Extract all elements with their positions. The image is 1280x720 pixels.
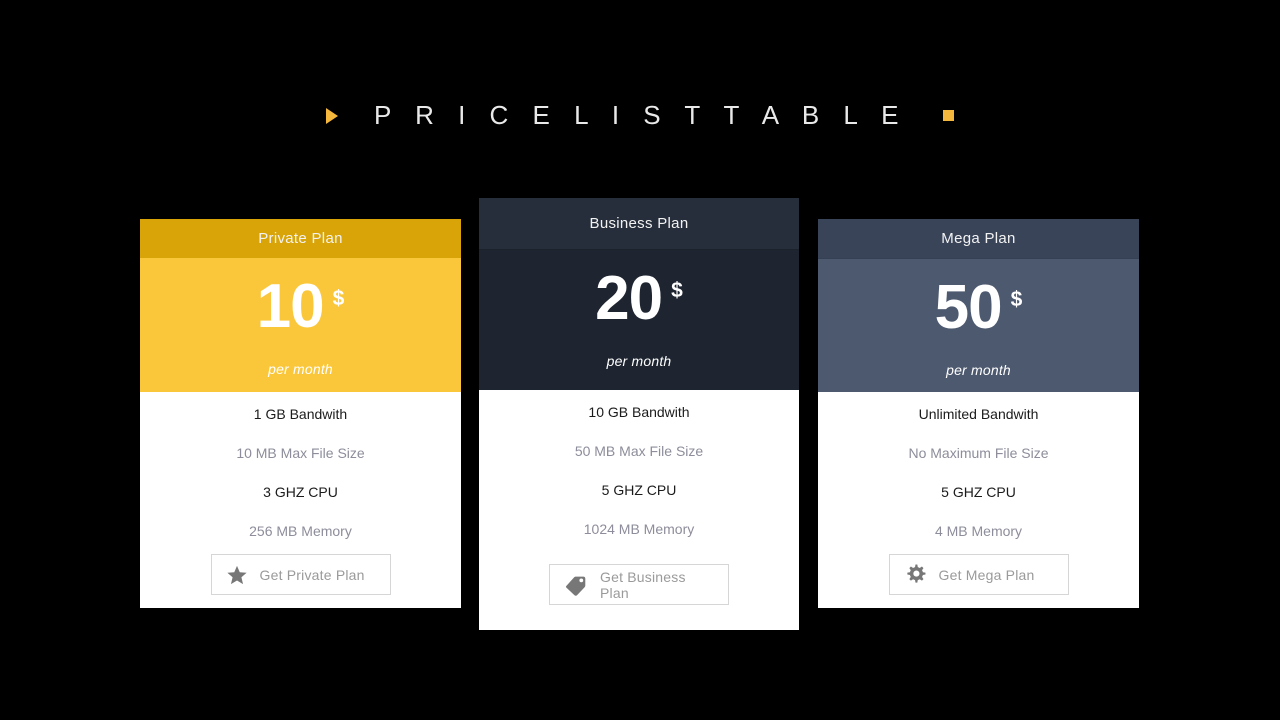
feature-item: No Maximum File Size <box>908 445 1049 461</box>
price-period: per month <box>268 361 333 377</box>
price-tag-icon <box>564 573 588 597</box>
feature-item: 1 GB Bandwith <box>253 406 348 422</box>
gear-icon <box>904 563 927 586</box>
price-currency: $ <box>1010 288 1023 311</box>
get-mega-plan-button[interactable]: Get Mega Plan <box>888 554 1069 595</box>
card-features-mega: Unlimited Bandwith No Maximum File Size … <box>818 392 1139 608</box>
card-price-block-mega: 50 $ per month <box>818 258 1139 392</box>
price-currency: $ <box>671 279 683 302</box>
plan-name: Private Plan <box>258 230 343 247</box>
price-amount: 20 <box>595 264 663 333</box>
cta-label: Get Business Plan <box>600 568 686 601</box>
get-business-plan-button[interactable]: Get Business Plan <box>549 564 729 605</box>
price-line: 50 $ <box>935 277 1023 339</box>
feature-item: 50 MB Max File Size <box>574 443 704 459</box>
price-line: 10 $ <box>257 276 345 338</box>
plan-name: Business Plan <box>589 215 689 232</box>
price-period: per month <box>946 362 1011 378</box>
card-header-business: Business Plan <box>479 198 799 249</box>
price-currency: $ <box>332 287 345 310</box>
feature-item: 3 GHZ CPU <box>263 484 338 500</box>
page-title-row: P R I C E L I S T T A B L E <box>0 100 1280 131</box>
pricing-card-business[interactable]: Business Plan 20 $ per month 10 GB Bandw… <box>479 198 799 630</box>
pricing-card-mega[interactable]: Mega Plan 50 $ per month Unlimited Bandw… <box>818 219 1139 608</box>
feature-item: 4 MB Memory <box>934 523 1023 539</box>
card-header-private: Private Plan <box>140 219 461 258</box>
pricelist-slide: P R I C E L I S T T A B L E Private Plan… <box>0 0 1280 720</box>
square-icon <box>943 110 954 121</box>
feature-item: 10 GB Bandwith <box>588 404 690 420</box>
feature-item: 10 MB Max File Size <box>236 445 365 461</box>
star-icon <box>226 564 248 586</box>
get-private-plan-button[interactable]: Get Private Plan <box>210 554 391 595</box>
feature-item: 1024 MB Memory <box>583 521 695 537</box>
feature-item: 5 GHZ CPU <box>941 484 1016 500</box>
card-features-business: 10 GB Bandwith 50 MB Max File Size 5 GHZ… <box>479 390 799 630</box>
cta-label: Get Mega Plan <box>938 566 1035 583</box>
pricing-card-private[interactable]: Private Plan 10 $ per month 1 GB Bandwit… <box>140 219 461 608</box>
price-line: 20 $ <box>595 268 683 330</box>
price-period: per month <box>606 353 672 369</box>
feature-item: 5 GHZ CPU <box>601 482 677 498</box>
price-amount: 10 <box>256 272 325 341</box>
feature-item: Unlimited Bandwith <box>918 406 1039 422</box>
card-price-block-business: 20 $ per month <box>479 249 799 390</box>
page-title: P R I C E L I S T T A B L E <box>374 100 907 130</box>
triangle-right-icon <box>326 107 338 124</box>
cta-label: Get Private Plan <box>259 566 365 583</box>
plan-name: Mega Plan <box>941 230 1016 247</box>
card-header-mega: Mega Plan <box>818 219 1139 258</box>
price-amount: 50 <box>934 273 1003 342</box>
card-price-block-private: 10 $ per month <box>140 258 461 392</box>
feature-item: 256 MB Memory <box>249 523 352 539</box>
card-features-private: 1 GB Bandwith 10 MB Max File Size 3 GHZ … <box>140 392 461 608</box>
